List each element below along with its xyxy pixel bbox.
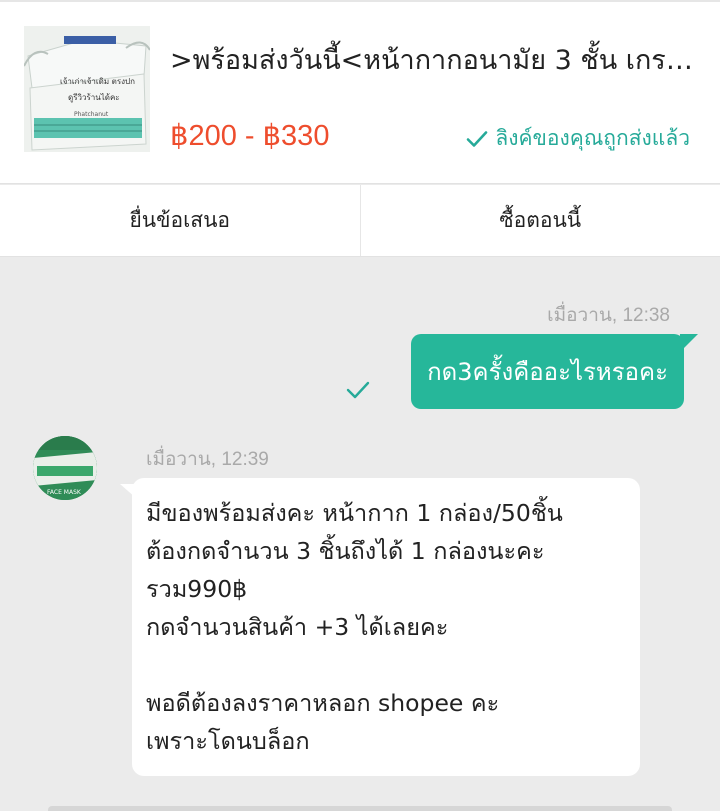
link-sent-status: ลิงค์ของคุณถูกส่งแล้ว (465, 122, 690, 155)
sent-check-icon (346, 381, 370, 399)
message-line: พอดีต้องลงราคาหลอก shopee คะ (146, 689, 500, 717)
thumb-label-line3: Phatchanut (74, 111, 109, 118)
message-line: เพราะโดนบล็อก (146, 727, 310, 755)
incoming-message-bubble[interactable]: มีของพร้อมส่งคะ หน้ากาก 1 กล่อง/50ชิ้น ต… (120, 478, 640, 776)
message-timestamp: เมื่อวาน, 12:39 (146, 449, 269, 470)
thumb-label-line1: เจ้าเก่าเจ้าเดิม ตรงปก (60, 77, 135, 86)
product-title[interactable]: >พร้อมส่งวันนี้<หน้ากากอนามัย 3 ชั้น เกร… (170, 38, 700, 81)
message-line: ต้องกดจำนวน 3 ชิ้นถึงได้ 1 กล่องนะคะ (146, 537, 545, 565)
make-offer-button[interactable]: ยื่นข้อเสนอ (0, 185, 360, 256)
line-spacer (146, 646, 626, 684)
next-message-edge (48, 806, 672, 811)
message-line: กดจำนวนสินค้า +3 ได้เลยคะ (146, 613, 449, 641)
link-sent-label: ลิงค์ของคุณถูกส่งแล้ว (495, 126, 690, 150)
seller-avatar[interactable]: FACE MASK (33, 436, 97, 500)
avatar-image: FACE MASK (33, 436, 97, 500)
product-thumbnail[interactable]: เจ้าเก่าเจ้าเดิม ตรงปก ดูรีวิวร้านได้คะ … (24, 26, 150, 152)
check-icon (467, 130, 488, 147)
divider (0, 0, 720, 2)
message-line: มีของพร้อมส่งคะ หน้ากาก 1 กล่อง/50ชิ้น (146, 499, 563, 527)
buy-now-button[interactable]: ซื้อตอนนี้ (359, 185, 720, 256)
mask-box-image: เจ้าเก่าเจ้าเดิม ตรงปก ดูรีวิวร้านได้คะ … (24, 26, 150, 152)
chat-area[interactable]: เมื่อวาน, 12:38 กด3ครั้งคืออะไรหรอคะ FAC… (0, 258, 720, 811)
message-line: รวม990฿ (146, 575, 248, 603)
outgoing-message-bubble[interactable]: กด3ครั้งคืออะไรหรอคะ (411, 334, 698, 409)
action-bar: ยื่นข้อเสนอ ซื้อตอนนี้ (0, 185, 720, 257)
product-price: ฿200 - ฿330 (170, 120, 330, 152)
product-card[interactable]: เจ้าเก่าเจ้าเดิม ตรงปก ดูรีวิวร้านได้คะ … (0, 0, 720, 184)
avatar-caption: FACE MASK (47, 489, 82, 496)
thumb-label-line2: ดูรีวิวร้านได้คะ (68, 93, 120, 103)
message-timestamp: เมื่อวาน, 12:38 (547, 305, 670, 326)
